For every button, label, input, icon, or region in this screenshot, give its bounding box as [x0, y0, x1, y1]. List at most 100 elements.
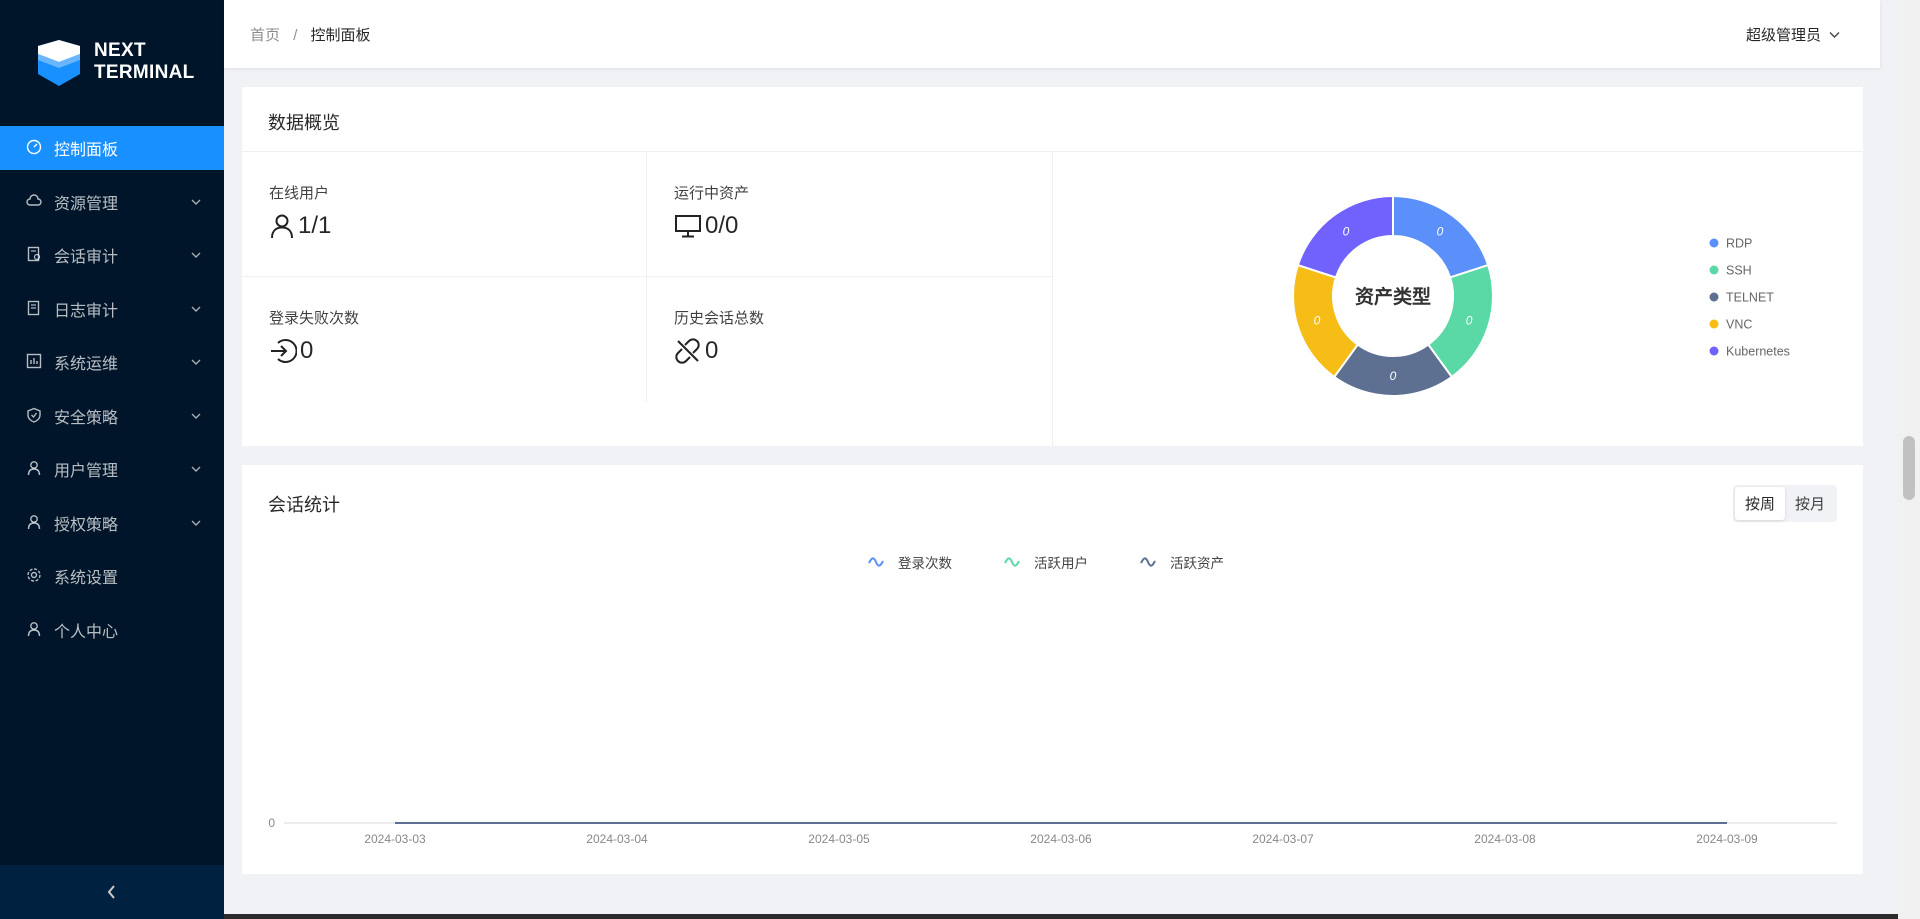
stat-online-users: 在线用户 1/1: [242, 152, 646, 276]
user-name: 超级管理员: [1745, 27, 1821, 44]
top-header: 首页 / 控制面板 超级管理员: [224, 0, 1880, 68]
login-icon: [271, 339, 297, 363]
legend-dot: [1709, 319, 1719, 329]
pie-legend-item[interactable]: SSH: [1709, 264, 1752, 278]
session-line-chart: 0 2024-03-03 2024-03-04 2024-03-05 2024-03-0…: [268, 816, 1837, 846]
cloud-icon: [26, 193, 44, 211]
chevron-down-icon: [190, 195, 202, 207]
sidebar-item-3[interactable]: 日志审计: [0, 287, 224, 331]
scrollbar-thumb[interactable]: [1903, 436, 1915, 500]
gear-icon: [26, 567, 44, 585]
sidebar-item-label: 授权策略: [54, 516, 119, 534]
stat-login-failures: 登录失败次数 0: [242, 277, 646, 401]
user-icon: [26, 514, 44, 532]
breadcrumb-home[interactable]: 首页: [250, 27, 280, 44]
chevron-down-icon: [190, 409, 202, 421]
sidebar-item-8[interactable]: 系统设置: [0, 554, 224, 598]
sidebar-item-label: 控制面板: [54, 142, 119, 159]
asset-type-chart: 0 0 0 0 0 资产类型 RDP SSH TELNET VNC Kubernetes: [1052, 152, 1863, 446]
pie-legend-item[interactable]: RDP: [1709, 237, 1753, 251]
logo-line1: NEXT: [94, 40, 146, 61]
shield-icon: [26, 407, 44, 425]
sidebar-item-6[interactable]: 用户管理: [0, 447, 224, 491]
breadcrumb: 首页 / 控制面板: [250, 24, 371, 45]
stat-value: 0: [705, 337, 719, 364]
breadcrumb-separator: /: [293, 27, 298, 44]
pie-legend-item[interactable]: TELNET: [1709, 291, 1775, 305]
sidebar-item-9[interactable]: 个人中心: [0, 608, 224, 652]
divider: [242, 276, 1052, 277]
page-scrollbar[interactable]: [1898, 0, 1920, 919]
pie-legend-item[interactable]: Kubernetes: [1709, 345, 1790, 359]
x-tick-label: 2024-03-08: [1474, 832, 1536, 846]
x-tick-label: 2024-03-07: [1252, 832, 1314, 846]
sidebar-item-label: 个人中心: [54, 623, 119, 641]
stat-value-row: 0: [269, 337, 313, 365]
sidebar-item-label: 安全策略: [54, 409, 119, 427]
sidebar-item-label: 会话审计: [54, 249, 119, 266]
pie-slice-label: 0: [1343, 224, 1350, 238]
chevron-left-icon: [107, 885, 115, 899]
disconnect-icon: [675, 338, 700, 364]
stat-label: 运行中资产: [674, 185, 750, 202]
y-tick-label: 0: [268, 816, 275, 830]
chevron-down-icon: [190, 302, 202, 314]
legend-dot: [1709, 265, 1719, 275]
sidebar-item-label: 用户管理: [54, 463, 119, 480]
sidebar-item-label: 资源管理: [54, 195, 119, 213]
user-icon: [26, 621, 44, 639]
app-logo[interactable]: NEXT TERMINAL: [36, 36, 195, 88]
breadcrumb-current: 控制面板: [310, 27, 371, 44]
legend-dot: [1709, 292, 1719, 302]
sidebar-item-2[interactable]: 会话审计: [0, 233, 224, 277]
stat-history-sessions: 历史会话总数 0: [647, 277, 1051, 401]
x-tick-label: 2024-03-06: [1030, 832, 1092, 846]
legend-label: VNC: [1726, 318, 1752, 332]
stat-label: 历史会话总数: [674, 310, 765, 327]
sidebar-item-5[interactable]: 安全策略: [0, 394, 224, 438]
user-dropdown[interactable]: 超级管理员: [1746, 24, 1840, 45]
pie-legend-item[interactable]: VNC: [1709, 318, 1753, 332]
user-icon: [271, 214, 293, 239]
chevron-down-icon: [190, 248, 202, 260]
sidebar-item-label: 日志审计: [54, 302, 119, 320]
sidebar-item-0[interactable]: 控制面板: [0, 126, 224, 170]
session-stats-card: 会话统计 按周 按月 登录次数 活跃用户 活跃资产 0 2024-03-03 2024-…: [242, 465, 1863, 874]
legend-label: RDP: [1726, 237, 1752, 251]
stat-value: 1/1: [298, 212, 332, 239]
logo-icon: [38, 40, 80, 86]
chevron-down-icon: [1829, 31, 1840, 38]
pie-slice-label: 0: [1466, 314, 1473, 328]
dashboard-icon: [26, 139, 44, 157]
sidebar-item-1[interactable]: 资源管理: [0, 180, 224, 224]
stat-value-row: 1/1: [269, 212, 331, 240]
sidebar-item-7[interactable]: 授权策略: [0, 501, 224, 545]
sidebar-item-4[interactable]: 系统运维: [0, 340, 224, 384]
overview-title: 数据概览: [268, 113, 340, 133]
stat-label: 登录失败次数: [269, 310, 360, 327]
stat-value: 0/0: [705, 212, 739, 239]
divider: [646, 152, 647, 402]
chevron-down-icon: [190, 462, 202, 474]
pie-slice-label: 0: [1437, 224, 1444, 238]
stat-value: 0: [300, 337, 314, 364]
donut-center-title: 资产类型: [1355, 285, 1431, 308]
log-icon: [26, 300, 44, 318]
stat-running-assets: 运行中资产 0/0: [647, 152, 1051, 276]
user-icon: [26, 460, 44, 478]
x-tick-label: 2024-03-04: [586, 832, 648, 846]
stat-value-row: 0/0: [674, 212, 738, 240]
sidebar-menu: 控制面板资源管理会话审计日志审计系统运维安全策略用户管理授权策略系统设置个人中心: [0, 126, 224, 661]
audit-icon: [26, 246, 44, 264]
x-tick-label: 2024-03-09: [1696, 832, 1758, 846]
legend-dot: [1709, 346, 1719, 356]
logo-text: NEXT TERMINAL: [94, 40, 195, 84]
collapse-sidebar-button[interactable]: [0, 865, 224, 919]
legend-label: Kubernetes: [1726, 345, 1790, 359]
bottom-strip: [224, 914, 1898, 919]
stat-value-row: 0: [674, 337, 718, 365]
legend-label: SSH: [1726, 264, 1752, 278]
pie-slice-label: 0: [1390, 369, 1397, 383]
pie-slice-label: 0: [1314, 314, 1321, 328]
legend-dot: [1709, 238, 1719, 248]
